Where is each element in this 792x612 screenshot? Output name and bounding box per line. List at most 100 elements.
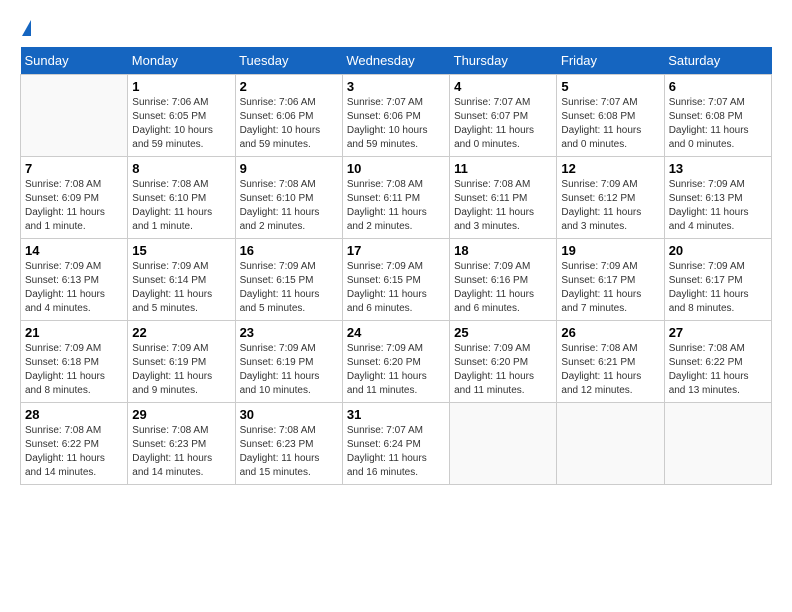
day-number: 28: [25, 407, 123, 422]
calendar-cell: 31 Sunrise: 7:07 AM Sunset: 6:24 PM Dayl…: [342, 403, 449, 485]
calendar-cell: 3 Sunrise: 7:07 AM Sunset: 6:06 PM Dayli…: [342, 75, 449, 157]
day-number: 1: [132, 79, 230, 94]
weekday-header-thursday: Thursday: [450, 47, 557, 75]
day-number: 30: [240, 407, 338, 422]
calendar-cell: [21, 75, 128, 157]
day-info: Sunrise: 7:09 AM Sunset: 6:17 PM Dayligh…: [561, 260, 659, 316]
day-info: Sunrise: 7:09 AM Sunset: 6:16 PM Dayligh…: [454, 260, 552, 316]
day-number: 31: [347, 407, 445, 422]
calendar-cell: 8 Sunrise: 7:08 AM Sunset: 6:10 PM Dayli…: [128, 157, 235, 239]
day-number: 14: [25, 243, 123, 258]
day-info: Sunrise: 7:09 AM Sunset: 6:17 PM Dayligh…: [669, 260, 767, 316]
calendar-cell: [557, 403, 664, 485]
day-number: 5: [561, 79, 659, 94]
calendar-cell: 22 Sunrise: 7:09 AM Sunset: 6:19 PM Dayl…: [128, 321, 235, 403]
calendar-cell: 7 Sunrise: 7:08 AM Sunset: 6:09 PM Dayli…: [21, 157, 128, 239]
day-info: Sunrise: 7:09 AM Sunset: 6:15 PM Dayligh…: [347, 260, 445, 316]
calendar-cell: 23 Sunrise: 7:09 AM Sunset: 6:19 PM Dayl…: [235, 321, 342, 403]
day-info: Sunrise: 7:08 AM Sunset: 6:10 PM Dayligh…: [132, 178, 230, 234]
day-number: 17: [347, 243, 445, 258]
day-number: 10: [347, 161, 445, 176]
day-info: Sunrise: 7:08 AM Sunset: 6:22 PM Dayligh…: [25, 424, 123, 480]
day-number: 2: [240, 79, 338, 94]
day-number: 9: [240, 161, 338, 176]
day-info: Sunrise: 7:06 AM Sunset: 6:05 PM Dayligh…: [132, 96, 230, 152]
calendar-cell: 1 Sunrise: 7:06 AM Sunset: 6:05 PM Dayli…: [128, 75, 235, 157]
day-number: 29: [132, 407, 230, 422]
calendar-cell: 30 Sunrise: 7:08 AM Sunset: 6:23 PM Dayl…: [235, 403, 342, 485]
day-info: Sunrise: 7:09 AM Sunset: 6:14 PM Dayligh…: [132, 260, 230, 316]
calendar-cell: 19 Sunrise: 7:09 AM Sunset: 6:17 PM Dayl…: [557, 239, 664, 321]
day-number: 23: [240, 325, 338, 340]
calendar-cell: 24 Sunrise: 7:09 AM Sunset: 6:20 PM Dayl…: [342, 321, 449, 403]
day-info: Sunrise: 7:08 AM Sunset: 6:21 PM Dayligh…: [561, 342, 659, 398]
calendar-table: SundayMondayTuesdayWednesdayThursdayFrid…: [20, 47, 772, 485]
calendar-cell: 13 Sunrise: 7:09 AM Sunset: 6:13 PM Dayl…: [664, 157, 771, 239]
day-info: Sunrise: 7:08 AM Sunset: 6:11 PM Dayligh…: [347, 178, 445, 234]
day-info: Sunrise: 7:09 AM Sunset: 6:18 PM Dayligh…: [25, 342, 123, 398]
day-number: 24: [347, 325, 445, 340]
day-number: 12: [561, 161, 659, 176]
header: [20, 20, 772, 37]
day-info: Sunrise: 7:09 AM Sunset: 6:13 PM Dayligh…: [669, 178, 767, 234]
day-info: Sunrise: 7:09 AM Sunset: 6:15 PM Dayligh…: [240, 260, 338, 316]
day-number: 11: [454, 161, 552, 176]
day-number: 4: [454, 79, 552, 94]
calendar-cell: 11 Sunrise: 7:08 AM Sunset: 6:11 PM Dayl…: [450, 157, 557, 239]
day-number: 21: [25, 325, 123, 340]
day-number: 19: [561, 243, 659, 258]
day-number: 20: [669, 243, 767, 258]
calendar-cell: 28 Sunrise: 7:08 AM Sunset: 6:22 PM Dayl…: [21, 403, 128, 485]
day-number: 27: [669, 325, 767, 340]
day-info: Sunrise: 7:07 AM Sunset: 6:24 PM Dayligh…: [347, 424, 445, 480]
day-info: Sunrise: 7:06 AM Sunset: 6:06 PM Dayligh…: [240, 96, 338, 152]
day-info: Sunrise: 7:08 AM Sunset: 6:22 PM Dayligh…: [669, 342, 767, 398]
calendar-cell: 29 Sunrise: 7:08 AM Sunset: 6:23 PM Dayl…: [128, 403, 235, 485]
day-number: 22: [132, 325, 230, 340]
calendar-cell: 25 Sunrise: 7:09 AM Sunset: 6:20 PM Dayl…: [450, 321, 557, 403]
calendar-cell: 10 Sunrise: 7:08 AM Sunset: 6:11 PM Dayl…: [342, 157, 449, 239]
calendar-cell: [664, 403, 771, 485]
logo-triangle-icon: [22, 20, 31, 36]
calendar-cell: 16 Sunrise: 7:09 AM Sunset: 6:15 PM Dayl…: [235, 239, 342, 321]
logo: [20, 20, 31, 37]
calendar-cell: 4 Sunrise: 7:07 AM Sunset: 6:07 PM Dayli…: [450, 75, 557, 157]
day-info: Sunrise: 7:08 AM Sunset: 6:11 PM Dayligh…: [454, 178, 552, 234]
day-info: Sunrise: 7:07 AM Sunset: 6:06 PM Dayligh…: [347, 96, 445, 152]
weekday-header-tuesday: Tuesday: [235, 47, 342, 75]
calendar-cell: 15 Sunrise: 7:09 AM Sunset: 6:14 PM Dayl…: [128, 239, 235, 321]
day-number: 18: [454, 243, 552, 258]
weekday-header-sunday: Sunday: [21, 47, 128, 75]
calendar-cell: 26 Sunrise: 7:08 AM Sunset: 6:21 PM Dayl…: [557, 321, 664, 403]
day-info: Sunrise: 7:09 AM Sunset: 6:19 PM Dayligh…: [132, 342, 230, 398]
day-info: Sunrise: 7:08 AM Sunset: 6:09 PM Dayligh…: [25, 178, 123, 234]
weekday-header-wednesday: Wednesday: [342, 47, 449, 75]
calendar-cell: 27 Sunrise: 7:08 AM Sunset: 6:22 PM Dayl…: [664, 321, 771, 403]
day-info: Sunrise: 7:09 AM Sunset: 6:20 PM Dayligh…: [347, 342, 445, 398]
weekday-header-friday: Friday: [557, 47, 664, 75]
calendar-cell: 14 Sunrise: 7:09 AM Sunset: 6:13 PM Dayl…: [21, 239, 128, 321]
weekday-header-saturday: Saturday: [664, 47, 771, 75]
day-info: Sunrise: 7:09 AM Sunset: 6:19 PM Dayligh…: [240, 342, 338, 398]
day-info: Sunrise: 7:09 AM Sunset: 6:20 PM Dayligh…: [454, 342, 552, 398]
day-number: 6: [669, 79, 767, 94]
calendar-cell: 5 Sunrise: 7:07 AM Sunset: 6:08 PM Dayli…: [557, 75, 664, 157]
calendar-cell: 9 Sunrise: 7:08 AM Sunset: 6:10 PM Dayli…: [235, 157, 342, 239]
day-number: 8: [132, 161, 230, 176]
weekday-header-monday: Monday: [128, 47, 235, 75]
calendar-cell: 18 Sunrise: 7:09 AM Sunset: 6:16 PM Dayl…: [450, 239, 557, 321]
calendar-cell: 21 Sunrise: 7:09 AM Sunset: 6:18 PM Dayl…: [21, 321, 128, 403]
day-number: 25: [454, 325, 552, 340]
day-info: Sunrise: 7:07 AM Sunset: 6:08 PM Dayligh…: [669, 96, 767, 152]
day-info: Sunrise: 7:09 AM Sunset: 6:13 PM Dayligh…: [25, 260, 123, 316]
calendar-cell: 12 Sunrise: 7:09 AM Sunset: 6:12 PM Dayl…: [557, 157, 664, 239]
day-number: 7: [25, 161, 123, 176]
day-info: Sunrise: 7:08 AM Sunset: 6:23 PM Dayligh…: [240, 424, 338, 480]
day-info: Sunrise: 7:09 AM Sunset: 6:12 PM Dayligh…: [561, 178, 659, 234]
calendar-cell: 2 Sunrise: 7:06 AM Sunset: 6:06 PM Dayli…: [235, 75, 342, 157]
calendar-cell: 20 Sunrise: 7:09 AM Sunset: 6:17 PM Dayl…: [664, 239, 771, 321]
day-info: Sunrise: 7:07 AM Sunset: 6:08 PM Dayligh…: [561, 96, 659, 152]
day-info: Sunrise: 7:08 AM Sunset: 6:10 PM Dayligh…: [240, 178, 338, 234]
day-number: 13: [669, 161, 767, 176]
calendar-cell: [450, 403, 557, 485]
